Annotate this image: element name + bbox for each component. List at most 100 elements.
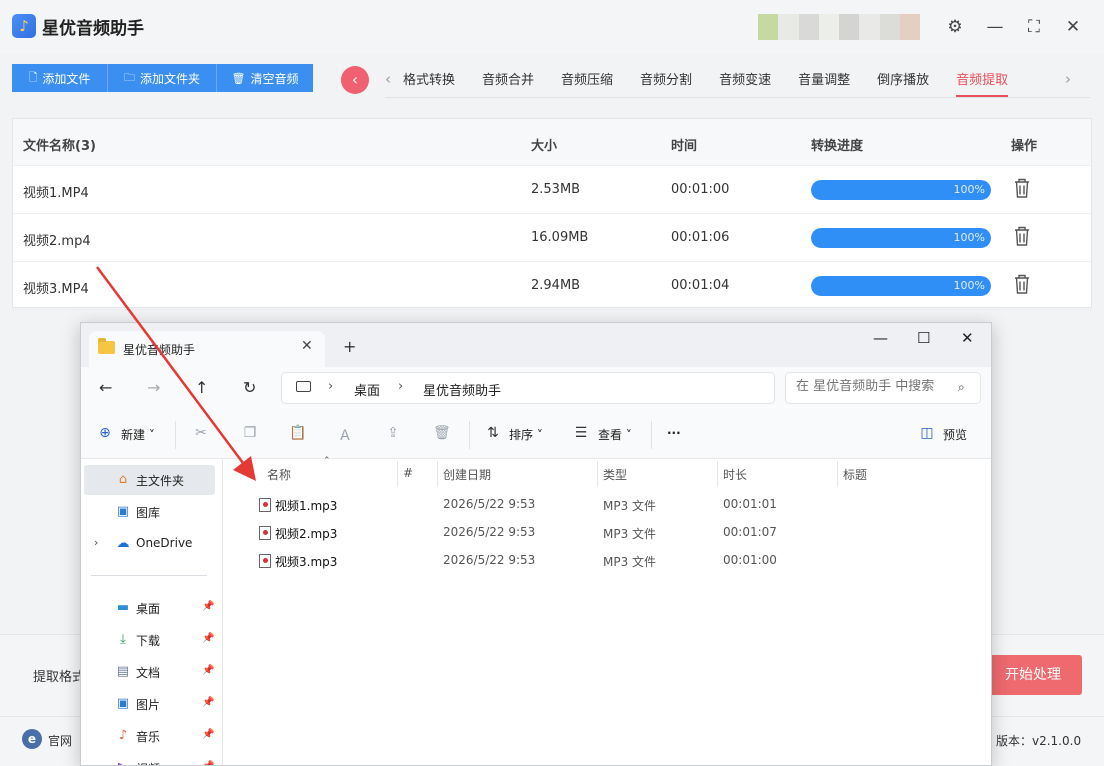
address-field[interactable]: › 桌面 › 星优音频助手 xyxy=(281,372,775,404)
progress-bar: 100% xyxy=(811,180,991,200)
home-icon: ⌂ xyxy=(118,472,128,487)
user-avatar-blurred[interactable] xyxy=(758,14,920,40)
share-icon[interactable]: ⇪ xyxy=(385,425,401,441)
delete-trash-icon[interactable] xyxy=(1013,177,1031,199)
pin-icon[interactable]: 📌 xyxy=(202,729,214,740)
tabs-next-icon[interactable]: › xyxy=(1065,70,1071,88)
clear-audio-button[interactable]: 🗑 清空音频 xyxy=(217,64,313,92)
forward-arrow-icon[interactable]: → xyxy=(147,378,160,397)
tab-audio-compress[interactable]: 音频压缩 xyxy=(561,69,613,97)
tab-audio-merge[interactable]: 音频合并 xyxy=(482,69,534,97)
tab-audio-split[interactable]: 音频分割 xyxy=(640,69,692,97)
table-row[interactable]: 视频2.mp4 16.09MB 00:01:06 100% xyxy=(13,214,1091,262)
column-number[interactable]: # xyxy=(403,466,413,480)
sidebar-item-onedrive[interactable]: › ☁ OneDrive xyxy=(84,529,215,559)
pin-icon[interactable]: 📌 xyxy=(202,697,214,708)
up-arrow-icon[interactable]: ↑ xyxy=(195,378,208,397)
sidebar-item-pictures[interactable]: ▣ 图片 📌 xyxy=(84,689,215,719)
close-icon[interactable]: ✕ xyxy=(1058,12,1088,42)
breadcrumb-desktop[interactable]: 桌面 xyxy=(354,380,380,399)
preview-pane-icon: ◫ xyxy=(920,425,934,441)
sidebar-item-desktop[interactable]: ▬ 桌面 📌 xyxy=(84,593,215,623)
explorer-minimize-icon[interactable]: — xyxy=(873,329,888,347)
back-arrow-icon[interactable]: ← xyxy=(99,378,112,397)
refresh-icon[interactable]: ↻ xyxy=(243,378,256,397)
column-duration[interactable]: 时长 xyxy=(723,466,747,483)
minimize-icon[interactable]: — xyxy=(980,12,1010,42)
explorer-maximize-icon[interactable]: ☐ xyxy=(917,329,930,347)
pin-icon[interactable]: 📌 xyxy=(202,761,214,765)
this-pc-icon xyxy=(296,381,311,392)
pin-icon[interactable]: 📌 xyxy=(202,601,214,612)
column-divider[interactable] xyxy=(597,461,598,487)
sidebar-item-home[interactable]: ⌂ 主文件夹 xyxy=(84,465,215,495)
explorer-close-icon[interactable]: ✕ xyxy=(961,329,974,347)
tab-format-convert[interactable]: 格式转换 xyxy=(403,69,455,97)
search-input[interactable] xyxy=(796,379,946,394)
app-logo-icon: ♪ xyxy=(12,14,36,38)
table-row[interactable]: 视频1.MP4 2.53MB 00:01:00 100% xyxy=(13,166,1091,214)
column-divider[interactable] xyxy=(837,461,838,487)
view-button[interactable]: 查看 ˅ xyxy=(598,426,632,443)
column-title[interactable]: 标题 xyxy=(843,466,867,483)
file-row[interactable]: 视频2.mp3 2026/5/22 9:53 MP3 文件 00:01:07 xyxy=(253,519,953,547)
delete-trash-icon[interactable] xyxy=(1013,225,1031,247)
settings-sliders-icon[interactable]: ⚙ xyxy=(940,12,970,42)
table-row[interactable]: 视频3.MP4 2.94MB 00:01:04 100% xyxy=(13,262,1091,310)
sidebar-item-music[interactable]: ♪ 音乐 📌 xyxy=(84,721,215,751)
paste-icon[interactable]: 📋 xyxy=(289,425,306,441)
pin-icon[interactable]: 📌 xyxy=(202,633,214,644)
copy-icon[interactable]: ❐ xyxy=(242,425,258,441)
search-icon[interactable]: ⌕ xyxy=(958,380,965,395)
cut-icon[interactable]: ✂ xyxy=(193,425,209,441)
clear-audio-label: 清空音频 xyxy=(250,71,299,86)
sidebar-item-downloads[interactable]: ⤓ 下载 📌 xyxy=(84,625,215,655)
rename-icon[interactable]: Ａ xyxy=(337,425,353,444)
sort-button[interactable]: 排序 ˅ xyxy=(509,426,543,443)
sidebar-item-gallery[interactable]: ▣ 图库 xyxy=(84,497,215,527)
tab-volume-adjust[interactable]: 音量调整 xyxy=(798,69,850,97)
sidebar-item-videos[interactable]: ▶ 视频 📌 xyxy=(84,753,215,766)
tab-audio-extract[interactable]: 音频提取 xyxy=(956,69,1009,97)
explorer-tab[interactable]: 星优音频助手 ✕ xyxy=(89,331,325,367)
column-created[interactable]: 创建日期 xyxy=(443,466,491,483)
progress-percent: 100% xyxy=(953,183,985,196)
tab-close-icon[interactable]: ✕ xyxy=(301,338,313,354)
file-type: MP3 文件 xyxy=(603,527,657,541)
pin-icon[interactable]: 📌 xyxy=(202,665,214,676)
delete-trash-icon[interactable] xyxy=(1013,273,1031,295)
website-link[interactable]: 官网 xyxy=(48,732,72,749)
divider xyxy=(175,421,176,449)
new-button[interactable]: 新建 ˅ xyxy=(121,426,155,443)
breadcrumb-chevron-icon[interactable]: › xyxy=(398,379,403,394)
sidebar-item-documents[interactable]: ▤ 文档 📌 xyxy=(84,657,215,687)
column-divider[interactable] xyxy=(397,461,398,487)
file-row[interactable]: 视频3.mp3 2026/5/22 9:53 MP3 文件 00:01:00 xyxy=(253,547,953,575)
file-row[interactable]: 视频1.mp3 2026/5/22 9:53 MP3 文件 00:01:01 xyxy=(253,491,953,519)
more-options-button[interactable]: ··· xyxy=(667,426,681,440)
column-name[interactable]: 名称 xyxy=(267,466,291,483)
breadcrumb-app-folder[interactable]: 星优音频助手 xyxy=(423,380,501,399)
table-header: 文件名称(3) 大小 时间 转换进度 操作 xyxy=(13,119,1091,166)
tabs-prev-icon[interactable]: ‹ xyxy=(385,70,391,88)
start-process-button[interactable]: 开始处理 xyxy=(984,655,1082,695)
breadcrumb-chevron-icon[interactable]: › xyxy=(328,379,333,394)
delete-icon[interactable]: 🗑 xyxy=(433,425,451,441)
column-divider[interactable] xyxy=(717,461,718,487)
sidebar-item-label: 文档 xyxy=(136,666,161,680)
new-tab-icon[interactable]: + xyxy=(343,337,356,356)
collapse-back-button[interactable]: ‹ xyxy=(341,66,369,94)
file-type: MP3 文件 xyxy=(603,555,657,569)
add-file-button[interactable]: 🗋 添加文件 xyxy=(12,64,108,92)
trash-icon: 🗑 xyxy=(231,71,246,85)
maximize-icon[interactable]: ⛶ xyxy=(1019,12,1049,42)
column-type[interactable]: 类型 xyxy=(603,466,627,483)
row-file-name: 视频2.mp4 xyxy=(23,234,91,249)
tab-reverse-play[interactable]: 倒序播放 xyxy=(877,69,929,97)
website-icon[interactable]: e xyxy=(22,729,42,749)
tab-audio-speed[interactable]: 音频变速 xyxy=(719,69,771,97)
preview-button[interactable]: 预览 xyxy=(943,426,967,443)
expand-chevron-icon[interactable]: › xyxy=(94,536,98,549)
add-folder-button[interactable]: 🗀 添加文件夹 xyxy=(108,64,217,92)
column-divider[interactable] xyxy=(437,461,438,487)
